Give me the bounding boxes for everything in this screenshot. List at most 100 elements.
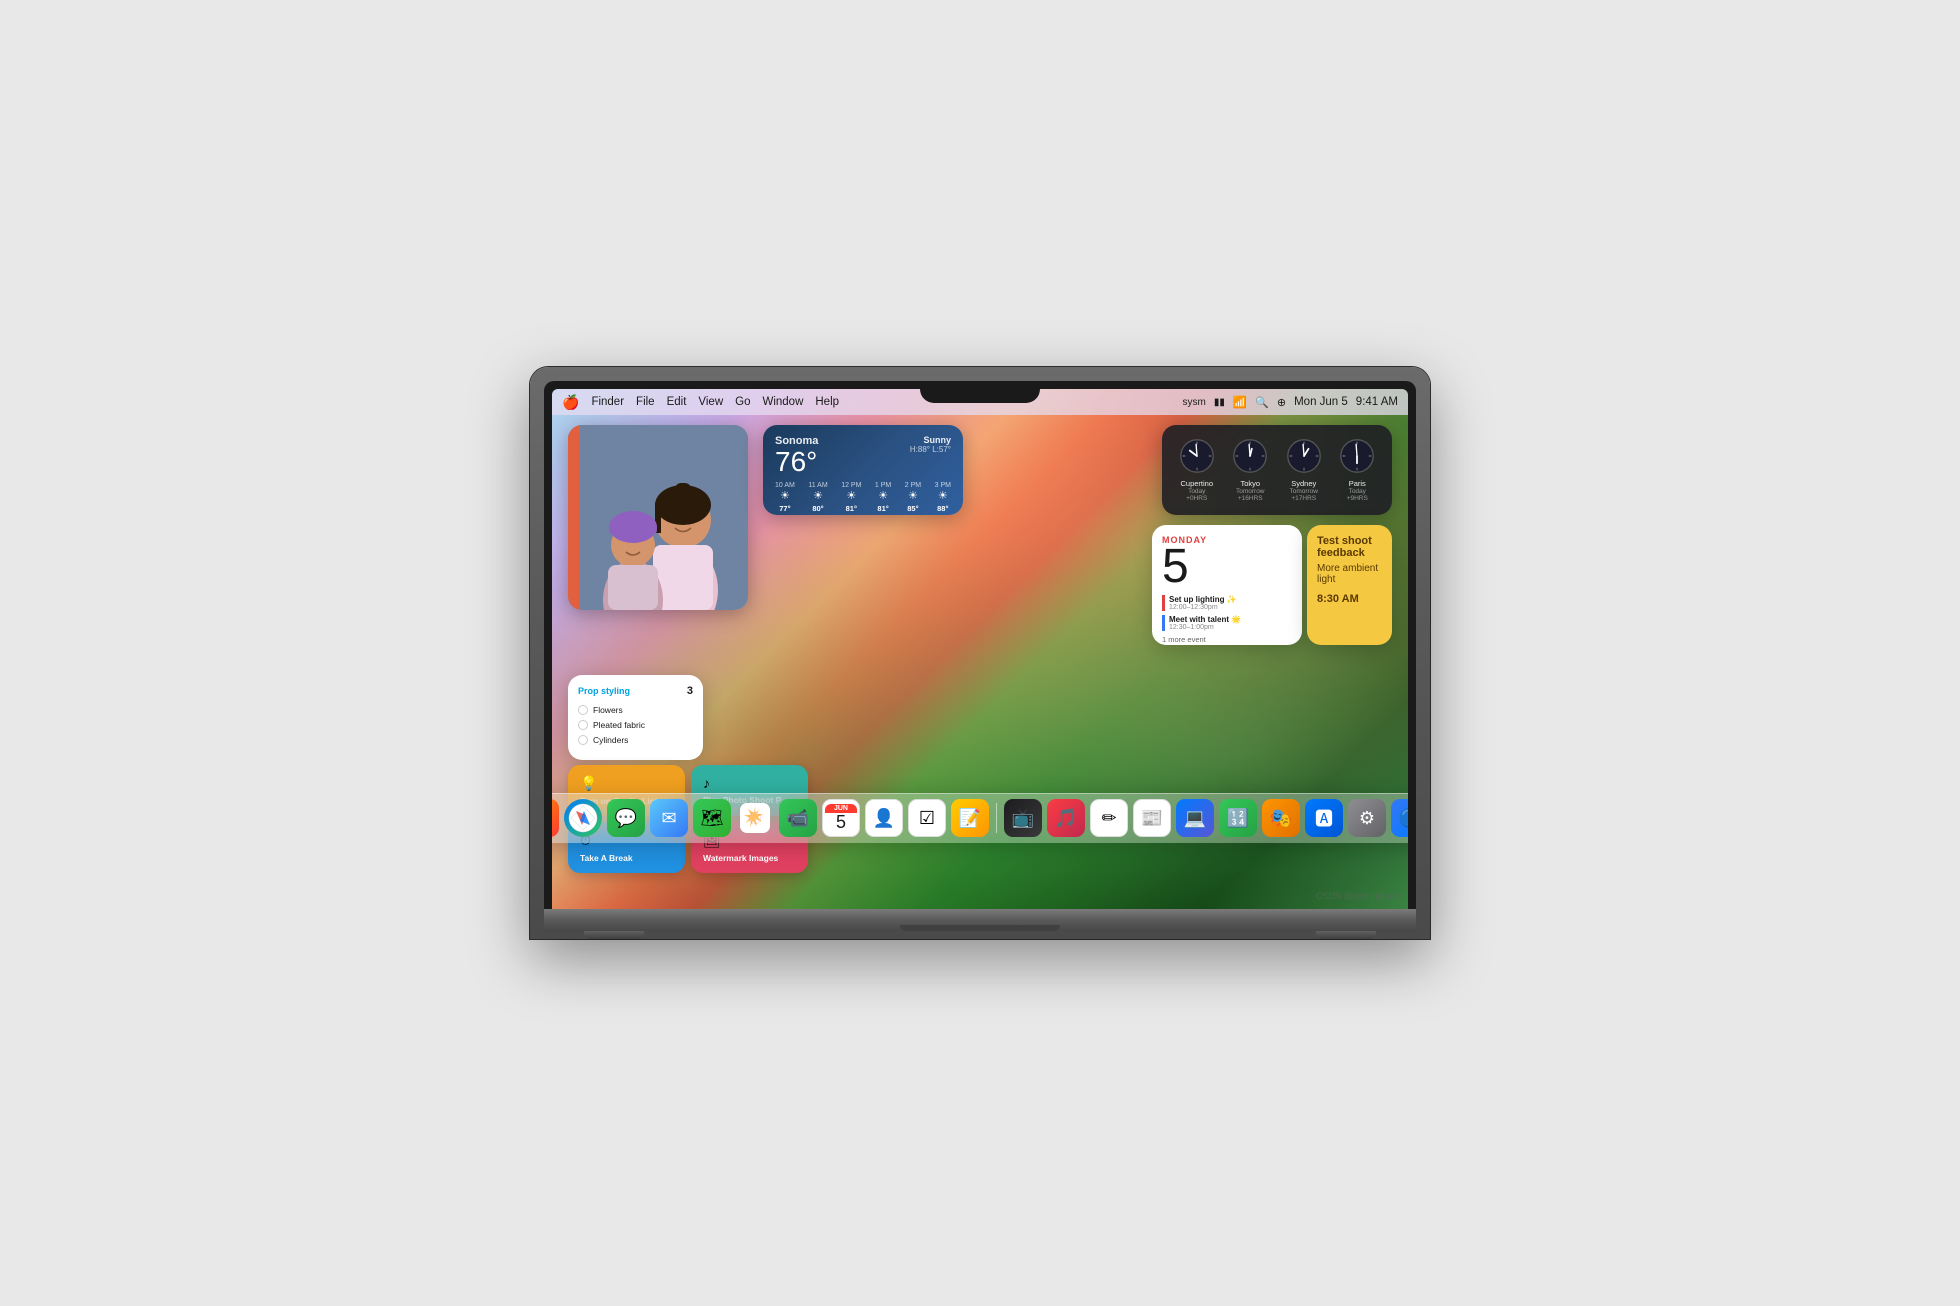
dock-icon-keynote[interactable]: 🎭 bbox=[1262, 799, 1300, 837]
menubar-file[interactable]: File bbox=[636, 396, 655, 408]
shortcut-label-2: Take A Break bbox=[580, 853, 673, 863]
calendar-event-time-0: 12:00–12:30pm bbox=[1169, 604, 1292, 611]
forecast-time-2: 12 PM bbox=[841, 482, 861, 489]
dock-icon-calendar[interactable]: JUN 5 bbox=[822, 799, 860, 837]
laptop-foot-right bbox=[1316, 931, 1376, 939]
reminder-checkbox-1[interactable] bbox=[578, 720, 588, 730]
reminder-text-1: Pleated fabric bbox=[593, 720, 645, 730]
reminders-list-widget: Prop styling 3 Flowers Pleated fabric bbox=[568, 675, 703, 760]
clock-day-2: Tomorrow bbox=[1281, 488, 1327, 495]
menubar-left: 🍎 Finder File Edit View Go Window Help bbox=[562, 394, 839, 411]
dock-icon-contacts[interactable]: 👤 bbox=[865, 799, 903, 837]
menubar-finder[interactable]: Finder bbox=[591, 396, 624, 408]
menubar-search-icon[interactable]: 🔍 bbox=[1255, 396, 1269, 409]
reminder-text-0: Flowers bbox=[593, 705, 623, 715]
shortcut-icon-0: 💡 bbox=[580, 775, 673, 792]
forecast-temp-3: 81° bbox=[875, 504, 891, 513]
forecast-icon-1: ☀ bbox=[808, 489, 827, 504]
weather-temp: 76° bbox=[775, 447, 818, 478]
forecast-time-0: 10 AM bbox=[775, 482, 795, 489]
dock-separator bbox=[996, 803, 997, 833]
calendar-event-title-1: Meet with talent 🌟 bbox=[1169, 615, 1292, 624]
dock-icon-appstore[interactable]: 🅰 bbox=[1305, 799, 1343, 837]
weather-condition: Sunny bbox=[910, 435, 951, 445]
menubar-help[interactable]: Help bbox=[815, 396, 839, 408]
weather-forecast: 10 AM ☀ 77° 11 AM ☀ 80° bbox=[775, 482, 951, 513]
reminder-checkbox-0[interactable] bbox=[578, 705, 588, 715]
dock-icon-notes[interactable]: 📝 bbox=[951, 799, 989, 837]
dock: 🖥 💬 ✉ bbox=[552, 793, 1408, 843]
clock-day-3: Today bbox=[1335, 488, 1381, 495]
clock-city-2: Sydney bbox=[1281, 479, 1327, 488]
photo-content bbox=[568, 425, 748, 610]
dock-icon-music[interactable]: 🎵 bbox=[1047, 799, 1085, 837]
calendar-event-1: Meet with talent 🌟 12:30–1:00pm bbox=[1162, 615, 1292, 631]
clock-diff-3: +9HRS bbox=[1335, 495, 1381, 502]
clock-face-cupertino bbox=[1179, 438, 1215, 474]
laptop-hinge bbox=[900, 925, 1060, 931]
laptop: 🍎 Finder File Edit View Go Window Help s… bbox=[530, 367, 1430, 939]
dock-icon-maps[interactable]: 🗺 bbox=[693, 799, 731, 837]
watermark: CSDN @pirmingham bbox=[1316, 891, 1400, 901]
shortcut-label-3: Watermark Images bbox=[703, 853, 796, 863]
dock-icon-reminders[interactable]: ☑ bbox=[908, 799, 946, 837]
dock-icon-tv[interactable]: 📺 bbox=[1004, 799, 1042, 837]
dock-icon-news[interactable]: 📰 bbox=[1133, 799, 1171, 837]
clock-city-1: Tokyo bbox=[1228, 479, 1274, 488]
menubar-date: Mon Jun 5 bbox=[1294, 396, 1348, 408]
dock-icon-sidecar[interactable]: 💻 bbox=[1176, 799, 1214, 837]
reminder-checkbox-2[interactable] bbox=[578, 735, 588, 745]
calendar-date: 5 bbox=[1162, 543, 1292, 591]
reminder-item-2: Cylinders bbox=[578, 735, 693, 745]
menubar-go[interactable]: Go bbox=[735, 396, 750, 408]
clock-city-3: Paris bbox=[1335, 479, 1381, 488]
menubar-view[interactable]: View bbox=[698, 396, 723, 408]
dock-icon-freeform[interactable]: ✏ bbox=[1090, 799, 1128, 837]
clock-face-sydney bbox=[1286, 438, 1322, 474]
shortcut-icon-1: ♪ bbox=[703, 775, 796, 791]
dock-icon-messages[interactable]: 💬 bbox=[607, 799, 645, 837]
forecast-temp-1: 80° bbox=[808, 504, 827, 513]
photo-widget bbox=[568, 425, 748, 610]
weather-widget: Sonoma 76° Sunny H:88° L:57° bbox=[763, 425, 963, 515]
dock-icon-numbers[interactable]: 🔢 bbox=[1219, 799, 1257, 837]
dock-icon-system-settings[interactable]: 🔵 bbox=[1391, 799, 1408, 837]
menubar-edit[interactable]: Edit bbox=[667, 396, 687, 408]
forecast-icon-5: ☀ bbox=[935, 489, 951, 504]
dock-icon-safari[interactable] bbox=[564, 799, 602, 837]
reminders-list-count: 3 bbox=[687, 685, 693, 697]
sticky-note-widget: Test shoot feedback More ambient light 8… bbox=[1307, 525, 1392, 645]
dock-icon-launchpad[interactable] bbox=[552, 799, 559, 837]
sticky-title: Test shoot feedback bbox=[1317, 535, 1382, 559]
forecast-icon-3: ☀ bbox=[875, 489, 891, 504]
clocks-widget: Cupertino Today +0HRS bbox=[1162, 425, 1392, 515]
apple-logo-icon[interactable]: 🍎 bbox=[562, 394, 579, 411]
clock-day-0: Today bbox=[1174, 488, 1220, 495]
dock-icon-photos[interactable] bbox=[736, 799, 774, 837]
weather-hilo: H:88° L:57° bbox=[910, 445, 951, 454]
menubar-time: 9:41 AM bbox=[1356, 396, 1398, 408]
reminder-text-2: Cylinders bbox=[593, 735, 628, 745]
forecast-temp-0: 77° bbox=[775, 504, 795, 513]
reminder-item-0: Flowers bbox=[578, 705, 693, 715]
dock-icon-mail[interactable]: ✉ bbox=[650, 799, 688, 837]
dock-icon-system-prefs[interactable]: ⚙ bbox=[1348, 799, 1386, 837]
calendar-event-0: Set up lighting ✨ 12:00–12:30pm bbox=[1162, 595, 1292, 611]
notch bbox=[920, 381, 1040, 403]
widgets-area: Sonoma 76° Sunny H:88° L:57° bbox=[568, 425, 1392, 849]
dock-icon-facetime[interactable]: 📹 bbox=[779, 799, 817, 837]
clock-face-paris bbox=[1339, 438, 1375, 474]
clock-sydney: Sydney Tomorrow +17HRS bbox=[1281, 438, 1327, 502]
laptop-foot-left bbox=[584, 931, 644, 939]
forecast-time-5: 3 PM bbox=[935, 482, 951, 489]
clock-cupertino: Cupertino Today +0HRS bbox=[1174, 438, 1220, 502]
clock-day-1: Tomorrow bbox=[1228, 488, 1274, 495]
sticky-time: 8:30 AM bbox=[1317, 593, 1382, 605]
laptop-body: 🍎 Finder File Edit View Go Window Help s… bbox=[530, 367, 1430, 939]
menubar-sysm: sysm bbox=[1182, 397, 1205, 408]
menubar-window[interactable]: Window bbox=[762, 396, 803, 408]
forecast-icon-4: ☀ bbox=[905, 489, 921, 504]
menubar-battery-icon: ▮▮ bbox=[1214, 397, 1225, 408]
menubar-control-center-icon[interactable]: ⊕ bbox=[1277, 396, 1286, 409]
reminders-list-title: Prop styling bbox=[578, 686, 630, 696]
